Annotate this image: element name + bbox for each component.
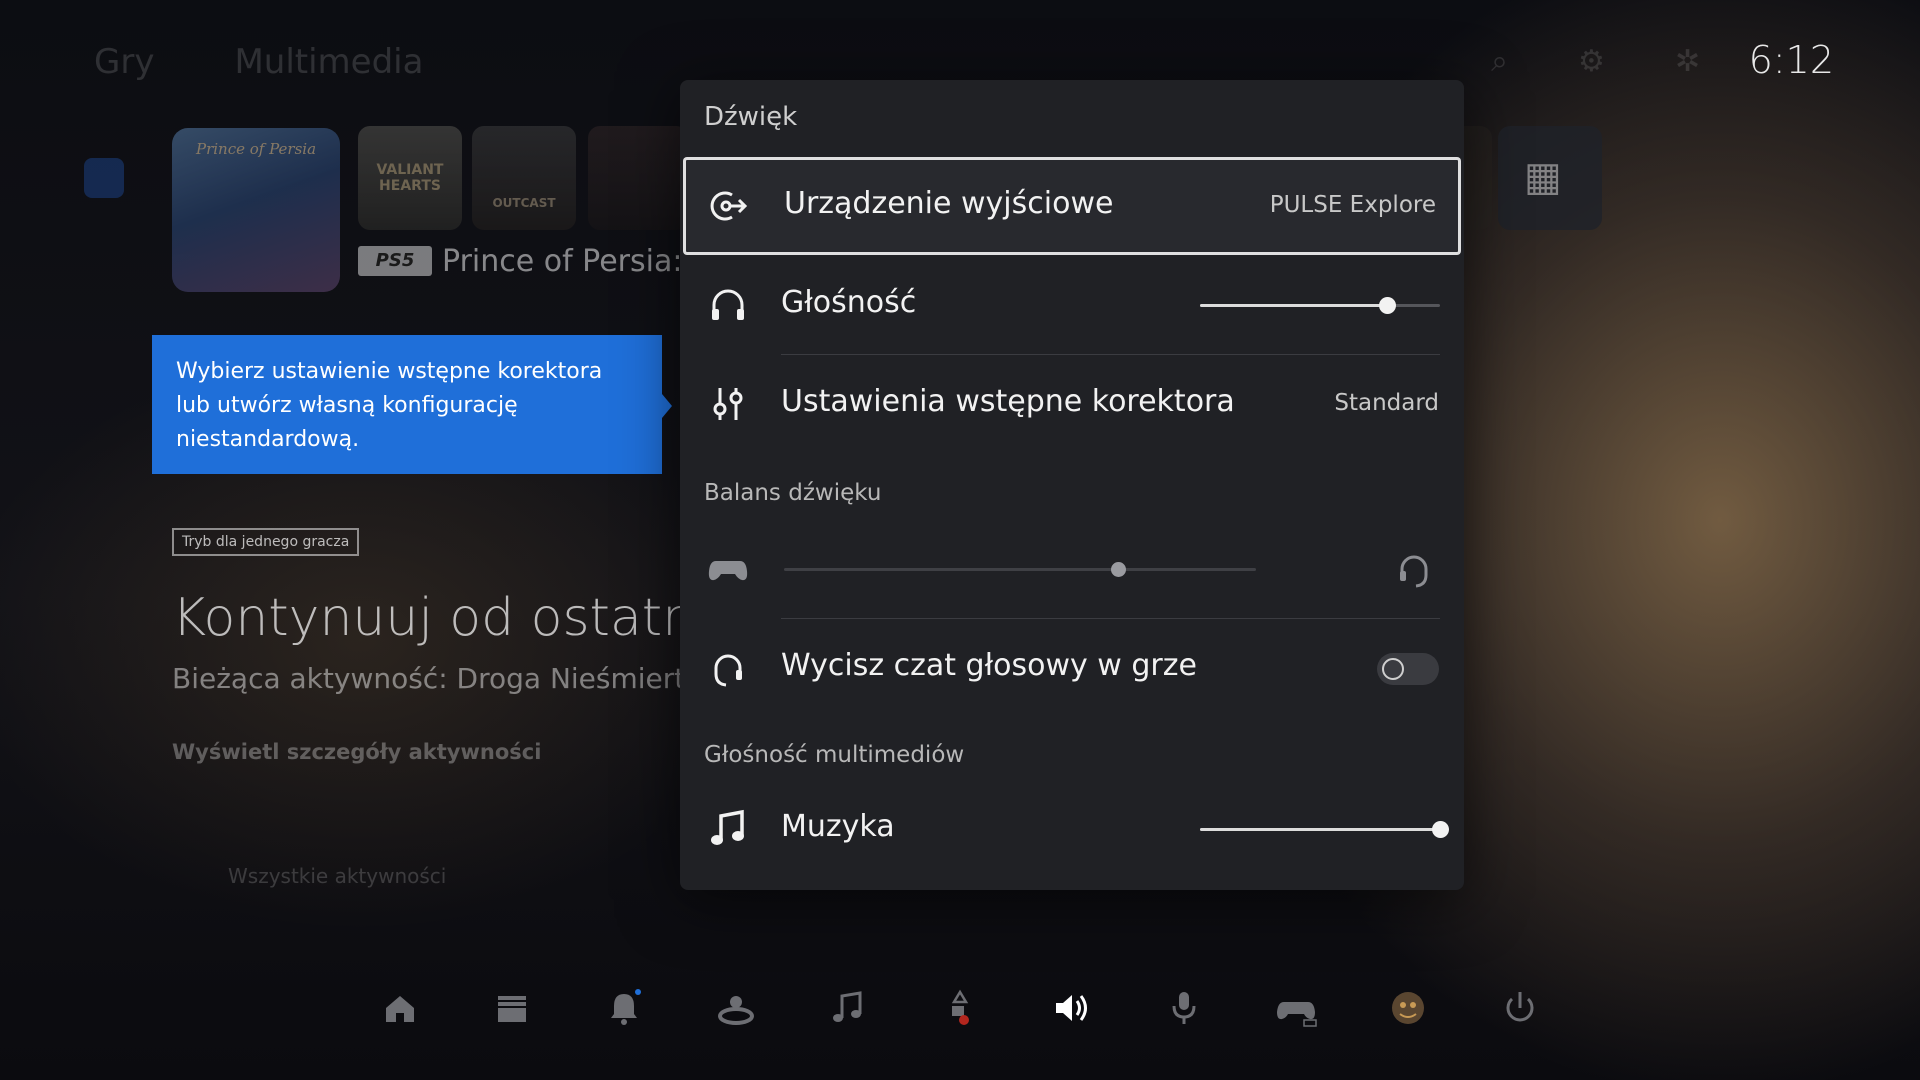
controller-icon[interactable] [1274,986,1318,1030]
microphone-icon[interactable] [1162,986,1206,1030]
output-device-icon [710,191,748,221]
view-details-link[interactable]: Wyświetl szczegóły aktywności [172,740,541,764]
balance-row[interactable] [680,520,1464,618]
home-nav: Gry Multimedia [94,42,423,82]
balance-slider-knob[interactable] [1111,562,1127,577]
output-device-label: Urządzenie wyjściowe [784,186,1114,221]
equalizer-icon [713,388,743,420]
balance-slider[interactable] [784,562,1256,577]
media-section-label: Głośność multimediów [704,742,965,768]
game-tile-selected[interactable]: Prince of Persia [172,128,340,292]
equalizer-label: Ustawienia wstępne korektora [781,384,1235,419]
output-device-row[interactable]: Urządzenie wyjściowe PULSE Explore [683,157,1461,255]
music-slider-fill [1200,828,1440,831]
search-icon[interactable]: ⌕ [1491,44,1508,79]
volume-row[interactable]: Głośność [680,256,1464,354]
mute-chat-toggle[interactable] [1377,653,1439,685]
music-label: Muzyka [781,809,895,844]
equalizer-row[interactable]: Ustawienia wstępne korektora Standard [680,355,1464,453]
music-slider-knob[interactable] [1432,821,1449,838]
music-icon[interactable] [826,986,870,1030]
game-tile-title: OUTCAST [492,196,556,210]
output-device-value: PULSE Explore [1269,192,1436,218]
game-base-icon[interactable] [714,986,758,1030]
panel-title: Dźwięk [704,102,798,132]
game-tile[interactable] [588,126,688,230]
nav-games[interactable]: Gry [94,42,154,82]
sound-icon[interactable] [1050,986,1094,1030]
music-row[interactable]: Muzyka [680,780,1464,878]
hint-tooltip: Wybierz ustawienie wstępne korektora lub… [152,335,662,474]
headphones-icon [712,289,744,320]
balance-section-label: Balans dźwięku [704,480,882,506]
notifications-icon[interactable] [602,986,646,1030]
game-library-tile[interactable]: ▦ [1498,126,1602,230]
accessibility-icon[interactable] [938,986,982,1030]
home-icon[interactable] [378,986,422,1030]
music-slider[interactable] [1200,821,1449,838]
volume-slider-knob[interactable] [1379,297,1397,314]
profile-avatar-icon[interactable] [1386,986,1430,1030]
ps-store-icon[interactable] [84,158,124,198]
game-tile[interactable]: VALIANT HEARTS [358,126,462,230]
selected-game-title: Prince of Persia: T [442,244,682,279]
mute-chat-label: Wycisz czat głosowy w grze [781,648,1197,683]
control-center-bar [360,986,1560,1036]
tooltip-arrow [662,394,672,418]
nav-media[interactable]: Multimedia [234,42,423,82]
game-library-icon: ▦ [1524,154,1562,200]
game-tile-title: Prince of Persia [195,140,317,158]
volume-slider[interactable] [1200,297,1440,314]
mute-chat-row[interactable]: Wycisz czat głosowy w grze [680,619,1464,717]
top-icons: ⌕ ⚙ ✲ [1491,44,1700,79]
toggle-knob [1382,658,1404,680]
game-tile[interactable]: OUTCAST [472,126,576,230]
headset-icon [714,654,742,687]
music-note-icon [711,809,744,845]
power-icon[interactable] [1498,986,1542,1030]
game-library-icon[interactable] [490,986,534,1030]
platform-badge: PS5 [358,246,432,276]
headset-icon [1400,555,1428,588]
game-tile-title: VALIANT HEARTS [376,162,444,194]
volume-slider-fill [1200,304,1388,307]
controller-icon [708,561,748,581]
profile-icon[interactable]: ✲ [1675,44,1700,79]
continue-heading: Kontynuuj od ostatni [172,588,680,648]
volume-label: Głośność [781,285,917,320]
sound-panel: Dźwięk Urządzenie wyjściowe PULSE Explor… [680,80,1464,890]
current-activity: Bieżąca aktywność: Droga Nieśmierte [172,662,680,695]
mode-badge: Tryb dla jednego gracza [172,528,360,556]
all-activities-link[interactable]: Wszystkie aktywności [228,864,446,888]
gear-icon[interactable]: ⚙ [1578,44,1605,79]
equalizer-value: Standard [1334,390,1439,416]
clock: 6:12 [1748,38,1834,82]
